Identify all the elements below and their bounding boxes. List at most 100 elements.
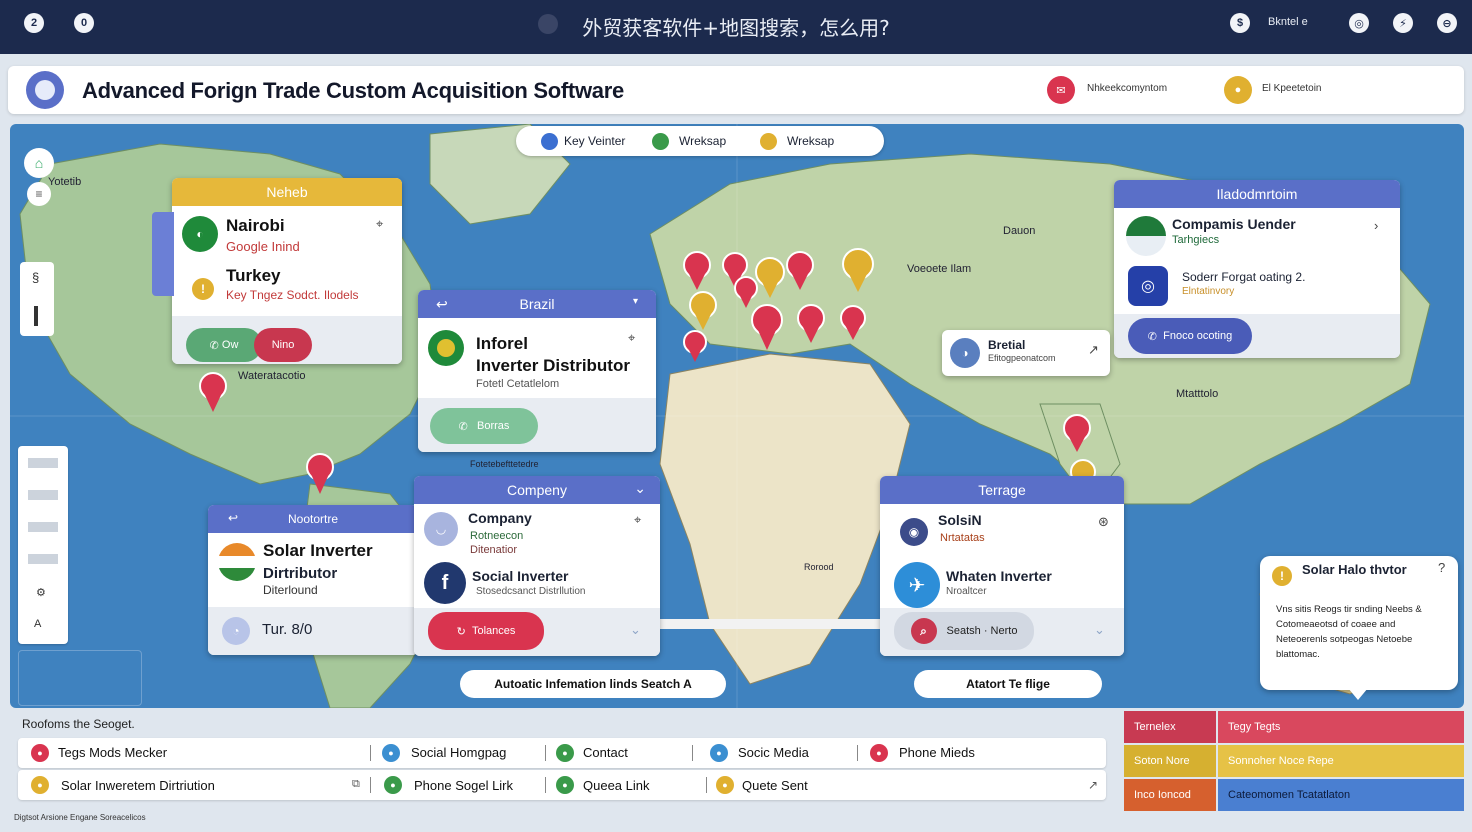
brazil-expand-icon[interactable]: ⌖ [628,330,635,346]
row2-cell-2[interactable]: Phone Sogel Lirk [414,778,513,793]
minimap[interactable] [18,650,142,706]
row1-sep-4 [857,745,858,761]
right-chevron-icon[interactable]: › [1374,218,1378,233]
small-card-arrow-icon[interactable]: ↗ [1088,342,1099,358]
map-pin-europe-11[interactable] [683,330,707,362]
legend-label-green[interactable]: Wreksap [679,134,726,148]
card-nairobi[interactable]: Neheb ◐ Nairobi Google Inind ⌖ ! Turkey … [172,178,402,364]
company-subtitle2: Stosedcsanct Distrllution [476,586,586,597]
map-pin-europe-8[interactable] [751,304,783,350]
search-icon: ⌕ [910,618,937,644]
nairobi-secondary-button[interactable]: Nino [254,328,312,362]
row2-quote-icon: ● [716,776,734,794]
brazil-subtitle: Fotetl Cetatlelom [476,378,560,390]
row1-contact-icon: ● [556,744,574,762]
map-pin-north-america[interactable] [199,372,227,412]
zoom-in-icon[interactable]: ⌂ [24,148,54,178]
legend-dot-key [541,133,558,150]
twitter-icon[interactable]: ✈ [894,562,940,608]
legend-label-key[interactable]: Key Veinter [564,134,625,148]
company-chevron-icon[interactable]: ⌄ [630,622,641,638]
legend-grid-b1[interactable]: Tegy Tegts [1218,711,1464,743]
map-pin-europe-10[interactable] [840,305,866,340]
map-pin-europe-6[interactable] [734,276,758,308]
row1-cell-3[interactable]: Contact [583,745,628,760]
toolbar-item-4[interactable] [28,554,58,564]
row1-cell-2[interactable]: Social Homgpag [411,745,506,760]
auto-search-button[interactable]: Autoatic Infemation linds Seatch A [460,670,726,698]
row2-phone-icon: ● [384,776,402,794]
row1-social-icon: ● [710,744,728,762]
map-pin-europe-4[interactable] [786,251,814,290]
company-expand-icon[interactable]: ⌖ [634,512,641,528]
target-logo-icon: ◎ [1128,266,1168,306]
toolbar-settings-icon[interactable]: ⚙ [36,586,46,599]
facebook-icon[interactable]: f [424,562,466,604]
row2-link-icon: ● [556,776,574,794]
india-flag-icon [218,543,256,581]
card-right-header-label: Iladodmrtoim [1216,186,1298,202]
toolbar-item-3[interactable] [28,522,58,532]
row1-cell-5[interactable]: Phone Mieds [899,745,975,760]
map-pin-europe-1[interactable] [683,251,711,290]
legend-grid-b2[interactable]: Sonnoher Noce Repe [1218,745,1464,777]
right-action-button[interactable]: ✆ Fnoco ocoting [1128,318,1252,354]
side-toolbar [18,446,68,644]
row1-cell-1[interactable]: Tegs Mods Mecker [58,745,167,760]
legend-grid-b3[interactable]: Cateomomen Tcatatlaton [1218,779,1464,811]
legend-grid-a2[interactable]: Soton Nore [1124,745,1216,777]
results-heading: Roofoms the Seoget. [22,717,135,731]
map-pin-europe-7[interactable] [689,291,717,330]
row2-sep-2 [545,777,546,793]
nairobi-call-button[interactable]: ✆ Ow [186,328,262,362]
nairobi-expand-icon[interactable]: ⌖ [376,216,383,232]
row2-cell-1[interactable]: Solar Inweretem Dirtriution [61,778,215,793]
toolbar-font-icon[interactable]: A [34,618,41,630]
tooltip-help-icon[interactable]: ? [1438,560,1445,575]
card-right[interactable]: Iladodmrtoim Compamis Uender Tarhgiecs ›… [1114,180,1400,358]
terrace-location-icon[interactable]: ⊛ [1098,514,1109,530]
card-company[interactable]: Compeny ⌄ ◡ Company Rotneecon Ditenatior … [414,476,660,656]
card-nairobi-tab[interactable] [152,212,174,296]
toolbar-item-1[interactable] [28,458,58,468]
map-pin-europe-3[interactable] [755,257,785,298]
row1-home-icon: ● [382,744,400,762]
legend-grid-a3[interactable]: Inco Ioncod [1124,779,1216,811]
row2-arrow-icon[interactable]: ↗ [1088,778,1098,792]
map-pin-europe-5[interactable] [842,248,874,292]
legend-grid-b1-label: Tegy Tegts [1228,721,1281,733]
solar-back-icon[interactable]: ↩ [228,511,238,525]
map-pin-india[interactable] [1063,414,1091,452]
tooltip-title: Solar Halo thvtor [1302,562,1407,577]
row2-cell-4[interactable]: Quete Sent [742,778,808,793]
card-terrace-header: Terrage [880,476,1124,504]
company-collapse-icon[interactable]: ⌄ [634,480,646,497]
map-tool-icon[interactable]: § [32,270,39,285]
solar-subtitle: Diterlound [263,583,318,597]
terrace-search-button[interactable]: ⌕ Seatsh · Nerto [894,612,1034,650]
layers-icon[interactable]: ≡ [27,182,51,206]
legend-grid-a1[interactable]: Ternelex [1124,711,1216,743]
brazil-collapse-icon[interactable]: ▾ [633,296,638,307]
map-pin-caribbean[interactable] [306,453,334,494]
toolbar-item-2[interactable] [28,490,58,500]
card-brazil[interactable]: ↩ Brazil ▾ Inforel Inverter Distributor Fo… [418,290,656,452]
card-small[interactable]: ◑ Bretial Efitogpeonatcom ↗ [942,330,1110,376]
nairobi-subtitle[interactable]: Google Inind [226,239,300,254]
map-pin-europe-9[interactable] [797,304,825,343]
map-tool-divider-icon[interactable] [34,306,38,326]
row1-cell-4[interactable]: Socic Media [738,745,809,760]
brazil-call-button[interactable]: ✆ Borras [430,408,538,444]
tooltip-pin-icon: ! [1272,566,1292,586]
card-solar[interactable]: ↩ Nootortre Solar Inverter Dirtributor Di… [208,505,418,655]
terrace-chevron-icon[interactable]: ⌄ [1094,622,1105,638]
target-search-button[interactable]: Atatort Te flige [914,670,1102,698]
brazil-back-icon[interactable]: ↩ [436,296,448,313]
row2-cell-3[interactable]: Queea Link [583,778,650,793]
card-terrace[interactable]: Terrage ◉ SolsiN Nrtatatas ⊛ ✈ Whaten In… [880,476,1124,656]
company-action-button[interactable]: ↻ Tolances [428,612,544,650]
row2-copy-icon[interactable]: ⧉ [352,778,360,791]
company-subtitle-a: Rotneecon [470,530,524,542]
small-card-subtitle: Efitogpeonatcom [988,353,1056,363]
legend-label-yellow[interactable]: Wreksap [787,134,834,148]
